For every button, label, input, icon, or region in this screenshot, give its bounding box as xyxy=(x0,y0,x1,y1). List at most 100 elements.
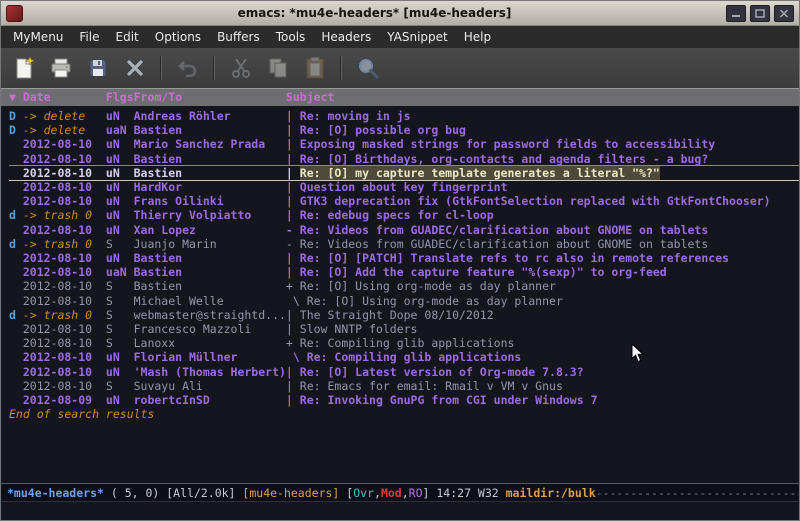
message-row[interactable]: 2012-08-10uNHardKor| Question about key … xyxy=(9,180,799,194)
message-row[interactable]: 2012-08-10uNFlorian Müllner \ Re: Compil… xyxy=(9,350,799,364)
thread-connector-icon: | xyxy=(286,109,300,123)
row-mark xyxy=(9,322,23,336)
modeline-modified-flag: Mod xyxy=(381,485,402,501)
row-mark xyxy=(9,365,23,379)
row-subject: GTK3 deprecation fix (GtkFontSelection r… xyxy=(300,194,771,208)
message-row[interactable]: 2012-08-10SSuvayu Ali| Re: Emacs for ema… xyxy=(9,379,799,393)
message-row[interactable]: d-> trash 0Swebmaster@straightd...| The … xyxy=(9,308,799,322)
column-header-subject[interactable]: Subject xyxy=(286,89,799,106)
row-date: 2012-08-10 xyxy=(23,194,106,208)
message-row[interactable]: 2012-08-10uNFrans Oilinki| GTK3 deprecat… xyxy=(9,194,799,208)
row-date: 2012-08-10 xyxy=(23,152,106,166)
message-row[interactable]: d-> trash 0uNThierry Volpiatto| Re: edeb… xyxy=(9,208,799,222)
modeline-fill: ----------------------------------------… xyxy=(596,485,799,501)
print-button[interactable] xyxy=(46,54,75,83)
thread-connector-icon: | xyxy=(286,251,300,265)
message-row[interactable]: 2012-08-10SLanoxx+ Re: Compiling glib ap… xyxy=(9,336,799,350)
undo-icon xyxy=(176,56,200,80)
row-subject: Re: Videos from GUADEC/clarification abo… xyxy=(300,223,709,237)
row-from: Bastien xyxy=(134,265,286,279)
close-button[interactable] xyxy=(774,5,794,22)
column-header-flags[interactable]: Flgs xyxy=(106,89,134,106)
row-flags: S xyxy=(106,294,134,308)
maximize-button[interactable] xyxy=(750,5,770,22)
row-subject: Re: [O] possible org bug xyxy=(300,123,466,137)
paste-button[interactable] xyxy=(300,54,329,83)
window-menu-icon[interactable] xyxy=(6,5,23,22)
message-row[interactable]: d-> trash 0SJuanjo Marin- Re: Videos fro… xyxy=(9,237,799,251)
message-row[interactable]: 2012-08-10SBastien+ Re: [O] Using org-mo… xyxy=(9,279,799,293)
menu-headers[interactable]: Headers xyxy=(313,27,379,47)
copy-button[interactable] xyxy=(263,54,292,83)
row-date: 2012-08-10 xyxy=(23,265,106,279)
message-row[interactable]: 2012-08-10uN'Mash (Thomas Herbert)| Re: … xyxy=(9,365,799,379)
row-from: Andreas Röhler xyxy=(134,109,286,123)
row-date: 2012-08-10 xyxy=(23,137,106,151)
menu-mymenu[interactable]: MyMenu xyxy=(5,27,71,47)
emacs-window: emacs: *mu4e-headers* [mu4e-headers] MyM… xyxy=(0,0,800,521)
row-subject: Re: moving in js xyxy=(300,109,411,123)
message-row[interactable]: 2012-08-10uaNBastien| Re: [O] Add the ca… xyxy=(9,265,799,279)
close-button[interactable] xyxy=(120,54,149,83)
row-subject: Re: [O] [PATCH] Translate refs to rc als… xyxy=(300,251,729,265)
row-from: Xan Lopez xyxy=(134,223,286,237)
toolbar-separator xyxy=(213,56,215,80)
thread-connector-icon: \ xyxy=(286,350,307,364)
thread-connector-icon: | xyxy=(286,208,300,222)
message-row[interactable]: 2012-08-10uNMario Sanchez Prada| Exposin… xyxy=(9,137,799,151)
title-bar[interactable]: emacs: *mu4e-headers* [mu4e-headers] xyxy=(1,1,799,26)
column-header-date[interactable]: ▼ Date xyxy=(9,89,106,106)
cut-button[interactable] xyxy=(226,54,255,83)
thread-connector-icon: + xyxy=(286,336,300,350)
copy-icon xyxy=(266,56,290,80)
row-mark xyxy=(9,194,23,208)
row-subject: Exposing masked strings for password fie… xyxy=(300,137,715,151)
message-row[interactable]: D-> deleteuaNBastien| Re: [O] possible o… xyxy=(9,123,799,137)
row-mark: d xyxy=(9,208,23,222)
menu-yasnippet[interactable]: YASnippet xyxy=(379,27,456,47)
column-header-from[interactable]: From/To xyxy=(134,89,286,106)
row-flags: uN xyxy=(106,152,134,166)
row-flags: uN xyxy=(106,393,134,407)
message-row[interactable]: 2012-08-10uNBastien| Re: [O] Birthdays, … xyxy=(9,152,799,166)
modeline-bracket-open: [ xyxy=(339,485,353,501)
message-row[interactable]: 2012-08-10uNBastien| Re: [O] [PATCH] Tra… xyxy=(9,251,799,265)
undo-button[interactable] xyxy=(173,54,202,83)
message-row[interactable]: 2012-08-10SFrancesco Mazzoli| Slow NNTP … xyxy=(9,322,799,336)
row-flags: uN xyxy=(106,166,134,180)
row-mark xyxy=(9,279,23,293)
row-flags: S xyxy=(106,308,134,322)
row-from: Mario Sanchez Prada xyxy=(134,137,286,151)
row-from: Thierry Volpiatto xyxy=(134,208,286,222)
row-date: 2012-08-10 xyxy=(23,336,106,350)
message-row[interactable]: 2012-08-10SMichael Welle \ Re: [O] Using… xyxy=(9,294,799,308)
menu-file[interactable]: File xyxy=(71,27,107,47)
modeline-position: ( 5, 0) [All/2.0k] xyxy=(104,485,242,501)
message-row[interactable]: 2012-08-10uNXan Lopez- Re: Videos from G… xyxy=(9,223,799,237)
menu-options[interactable]: Options xyxy=(147,27,209,47)
row-date: 2012-08-10 xyxy=(23,350,106,364)
new-file-button[interactable] xyxy=(9,54,38,83)
menu-buffers[interactable]: Buffers xyxy=(209,27,268,47)
row-date: 2012-08-10 xyxy=(23,322,106,336)
row-subject: Re: Compiling glib applications xyxy=(300,336,515,350)
end-of-results: End of search results xyxy=(9,407,799,421)
minimize-button[interactable] xyxy=(726,5,746,22)
save-button[interactable] xyxy=(83,54,112,83)
row-subject: Re: [O] Latest version of Org-mode 7.8.3… xyxy=(300,365,584,379)
row-flags: S xyxy=(106,336,134,350)
row-subject: Re: Emacs for email: Rmail v VM v Gnus xyxy=(300,379,563,393)
row-mark xyxy=(9,223,23,237)
menu-edit[interactable]: Edit xyxy=(108,27,147,47)
search-button[interactable] xyxy=(353,54,382,83)
row-subject: Slow NNTP folders xyxy=(300,322,418,336)
minibuffer[interactable] xyxy=(1,502,799,520)
message-row[interactable]: 2012-08-10uNBastien| Re: [O] my capture … xyxy=(9,166,799,180)
message-row[interactable]: 2012-08-09uNrobertcInSD| Re: Invoking Gn… xyxy=(9,393,799,407)
menu-tools[interactable]: Tools xyxy=(268,27,314,47)
message-row[interactable]: D-> deleteuNAndreas Röhler| Re: moving i… xyxy=(9,109,799,123)
toolbar-separator xyxy=(160,56,162,80)
row-mark xyxy=(9,265,23,279)
menu-help[interactable]: Help xyxy=(456,27,499,47)
row-subject: Re: edebug specs for cl-loop xyxy=(300,208,494,222)
